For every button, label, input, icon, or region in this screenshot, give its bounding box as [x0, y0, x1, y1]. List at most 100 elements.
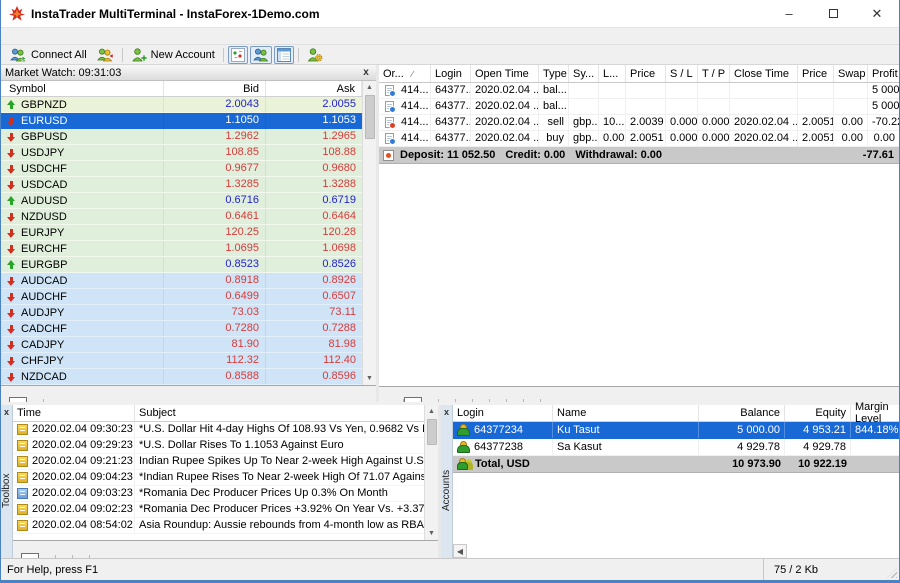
- symbol-row[interactable]: USDCHF 0.9677 0.9680: [1, 161, 362, 177]
- stoploss-column-header[interactable]: S / L: [666, 65, 698, 82]
- orders-tab[interactable]: [456, 399, 473, 402]
- close-button[interactable]: ✕: [855, 0, 899, 27]
- orders-tab[interactable]: [473, 399, 490, 402]
- profit-column-header[interactable]: Profit: [868, 65, 899, 82]
- takeprofit-column-header[interactable]: T / P: [698, 65, 730, 82]
- resize-grip[interactable]: [885, 559, 899, 580]
- toolbox-toggle-button[interactable]: [274, 46, 294, 64]
- symbol-row[interactable]: CADCHF 0.7280 0.7288: [1, 321, 362, 337]
- new-account-button[interactable]: New Account: [126, 46, 220, 64]
- time-column-header[interactable]: Time: [13, 405, 135, 421]
- symbol-row[interactable]: AUDCHF 0.6499 0.6507: [1, 289, 362, 305]
- equity-column-header[interactable]: Equity: [785, 405, 851, 421]
- login-column-header[interactable]: Login: [453, 405, 553, 421]
- margin-level-column-header[interactable]: Margin Level: [851, 405, 899, 421]
- maximize-button[interactable]: [811, 0, 855, 27]
- price-column-header[interactable]: Price: [626, 65, 666, 82]
- symbol-row[interactable]: GBPUSD 1.2962 1.2965: [1, 129, 362, 145]
- symbol-row[interactable]: GBPNZD 2.0043 2.0055: [1, 97, 362, 113]
- name-column-header[interactable]: Name: [553, 405, 699, 421]
- scroll-down-icon[interactable]: ▼: [363, 372, 376, 385]
- profit-total: -77.61: [863, 149, 899, 161]
- menu-item[interactable]: [41, 35, 59, 37]
- symbol-row[interactable]: CHFJPY 112.32 112.40: [1, 353, 362, 369]
- news-row[interactable]: 2020.02.04 09:29:23 *U.S. Dollar Rises T…: [13, 438, 424, 454]
- type-column-header[interactable]: Type: [539, 65, 569, 82]
- connect-all-button[interactable]: Connect All: [5, 46, 92, 64]
- news-row[interactable]: 2020.02.04 09:21:23 Indian Rupee Spikes …: [13, 454, 424, 470]
- symbol-row[interactable]: USDJPY 108.85 108.88: [1, 145, 362, 161]
- scroll-thumb[interactable]: [427, 419, 437, 445]
- symbol-row[interactable]: USDCAD 1.3285 1.3288: [1, 177, 362, 193]
- order-row[interactable]: 414... 64377... 2020.02.04 ... bal... 5 …: [379, 83, 899, 99]
- scroll-thumb[interactable]: [365, 95, 375, 139]
- symbol-row[interactable]: AUDUSD 0.6716 0.6719: [1, 193, 362, 209]
- scroll-up-icon[interactable]: ▲: [363, 81, 376, 94]
- menu-item[interactable]: [5, 35, 23, 37]
- order-row[interactable]: 414... 64377... 2020.02.04 ... buy gbp..…: [379, 131, 899, 147]
- close-price-column-header[interactable]: Price: [798, 65, 834, 82]
- toolbox-close-icon[interactable]: x: [1, 405, 12, 419]
- orders-tab[interactable]: [507, 399, 524, 402]
- order-row[interactable]: 414... 64377... 2020.02.04 ... bal... 5 …: [379, 99, 899, 115]
- symbol-row[interactable]: CADJPY 81.90 81.98: [1, 337, 362, 353]
- symbol-row[interactable]: AUDCAD 0.8918 0.8926: [1, 273, 362, 289]
- symbol-column-header[interactable]: Sy...: [569, 65, 599, 82]
- symbol-row[interactable]: EURJPY 120.25 120.28: [1, 225, 362, 241]
- accounts-close-icon[interactable]: x: [441, 405, 452, 419]
- balance-column-header[interactable]: Balance: [699, 405, 785, 421]
- orders-tab[interactable]: [387, 399, 404, 402]
- order-row[interactable]: 414... 64377... 2020.02.04 ... sell gbp.…: [379, 115, 899, 131]
- symbol-row[interactable]: AUDJPY 73.03 73.11: [1, 305, 362, 321]
- market-watch-tab[interactable]: [9, 397, 27, 402]
- lots-column-header[interactable]: L...: [599, 65, 626, 82]
- swap-column-header[interactable]: Swap: [834, 65, 868, 82]
- toolbox-tab[interactable]: [21, 553, 39, 558]
- menu-item[interactable]: [23, 35, 41, 37]
- news-row[interactable]: 2020.02.04 09:04:23 *Indian Rupee Rises …: [13, 470, 424, 486]
- minimize-button[interactable]: –: [767, 0, 811, 27]
- login-column-header[interactable]: Login: [431, 65, 471, 82]
- orders-tab[interactable]: [490, 399, 507, 402]
- scroll-up-icon[interactable]: ▲: [425, 405, 438, 418]
- toolbox-tab[interactable]: [56, 555, 73, 558]
- symbol-row[interactable]: NZDUSD 0.6461 0.6464: [1, 209, 362, 225]
- disconnect-all-button[interactable]: [92, 46, 119, 64]
- toolbox-tab[interactable]: [73, 555, 90, 558]
- symbol-row[interactable]: EURUSD 1.1050 1.1053: [1, 113, 362, 129]
- market-watch-toggle-button[interactable]: [228, 46, 248, 64]
- symbol-column-header[interactable]: Symbol: [1, 81, 164, 96]
- expert-settings-button[interactable]: [302, 46, 328, 64]
- accounts-toggle-button[interactable]: [250, 46, 272, 64]
- menu-item[interactable]: [59, 35, 77, 37]
- orders-tab[interactable]: [524, 399, 541, 402]
- account-row[interactable]: 64377234 Ku Tasut 5 000.00 4 953.21 844.…: [453, 422, 899, 439]
- account-row[interactable]: 64377238 Sa Kasut 4 929.78 4 929.78: [453, 439, 899, 456]
- news-row[interactable]: 2020.02.04 09:03:23 *Romania Dec Produce…: [13, 486, 424, 502]
- tab-scroll-left-icon[interactable]: ◀: [453, 544, 467, 558]
- symbol-row[interactable]: EURCHF 1.0695 1.0698: [1, 241, 362, 257]
- news-scrollbar[interactable]: ▲ ▼: [424, 405, 438, 540]
- market-watch-scrollbar[interactable]: ▲ ▼: [362, 81, 376, 385]
- bid-column-header[interactable]: Bid: [164, 81, 266, 96]
- orders-tab[interactable]: [422, 399, 439, 402]
- scroll-down-icon[interactable]: ▼: [425, 527, 438, 540]
- news-row[interactable]: 2020.02.04 09:30:23 *U.S. Dollar Hit 4-d…: [13, 422, 424, 438]
- subject-column-header[interactable]: Subject: [135, 405, 424, 421]
- market-watch-close-icon[interactable]: x: [360, 68, 372, 78]
- menu-item[interactable]: [77, 35, 95, 37]
- symbol-row[interactable]: NZDCAD 0.8588 0.8596: [1, 369, 362, 385]
- news-row[interactable]: 2020.02.04 09:02:23 *Romania Dec Produce…: [13, 502, 424, 518]
- news-subject-cell: *U.S. Dollar Hit 4-day Highs Of 108.93 V…: [135, 422, 424, 437]
- open-time-column-header[interactable]: Open Time: [471, 65, 539, 82]
- orders-tab[interactable]: [439, 399, 456, 402]
- toolbox-tab[interactable]: [39, 555, 56, 558]
- symbol-row[interactable]: EURGBP 0.8523 0.8526: [1, 257, 362, 273]
- orders-tab[interactable]: [404, 397, 422, 402]
- order-column-header[interactable]: Or...∕: [379, 65, 431, 82]
- menu-item[interactable]: [95, 35, 113, 37]
- close-time-column-header[interactable]: Close Time: [730, 65, 798, 82]
- news-row[interactable]: 2020.02.04 08:54:02 Asia Roundup: Aussie…: [13, 518, 424, 534]
- market-watch-tab[interactable]: [27, 399, 44, 402]
- ask-column-header[interactable]: Ask: [266, 81, 362, 96]
